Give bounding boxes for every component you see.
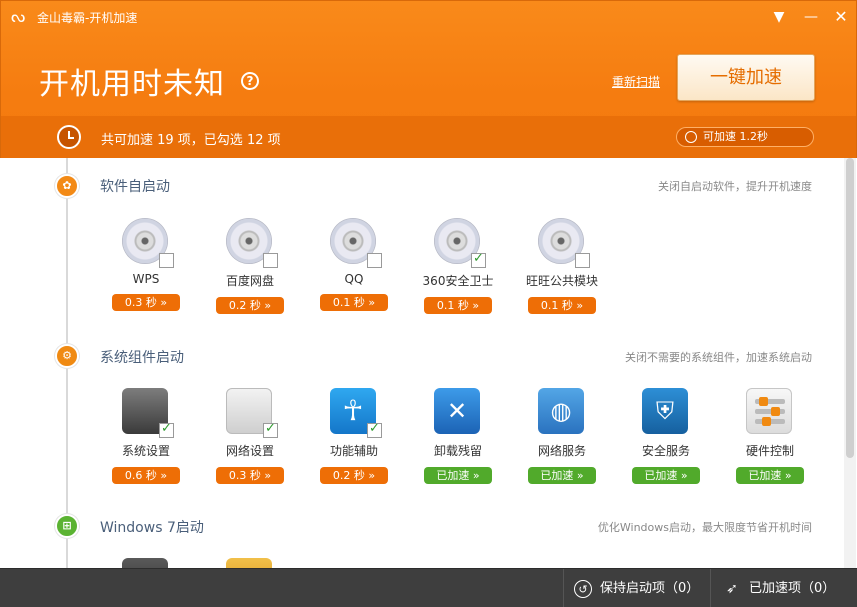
- item-label: 360安全卫士: [422, 274, 494, 288]
- keep-startup-label: 保持启动项（0）: [600, 581, 700, 596]
- item-checkbox[interactable]: [575, 253, 590, 268]
- item-time-tag[interactable]: 0.1 秒 »: [528, 297, 596, 314]
- item-label: 硬件控制: [745, 444, 794, 458]
- item-status-tag[interactable]: 已加速 »: [736, 467, 804, 484]
- section-hint-windows: 优化Windows启动，最大限度节省开机时间: [597, 521, 812, 534]
- item-label: 安全服务: [641, 444, 690, 458]
- item-label: 卸载残留: [433, 444, 482, 458]
- footer-bar: ↺ 保持启动项（0） ➶ 已加速项（0）: [0, 568, 857, 607]
- scrollbar[interactable]: [844, 158, 856, 568]
- item-time-tag[interactable]: 0.2 秒 »: [320, 467, 388, 484]
- globe-icon: ◍: [538, 388, 584, 434]
- item-status-tag[interactable]: 已加速 »: [424, 467, 492, 484]
- minimize-button[interactable]: —: [801, 7, 821, 27]
- system-tool-icon: [122, 558, 168, 568]
- item-checkbox[interactable]: [367, 421, 382, 438]
- one-click-accelerate-button[interactable]: 一键加速: [677, 54, 815, 101]
- item-label: QQ: [344, 272, 364, 286]
- startup-item-system-settings: 系统设置 0.6 秒 »: [98, 388, 194, 484]
- item-time-tag[interactable]: 0.2 秒 »: [216, 297, 284, 314]
- section-title-software: 软件自启动: [100, 179, 170, 195]
- speed-pill: 可加速 1.2秒: [676, 127, 814, 147]
- undo-icon: ↺: [574, 580, 592, 598]
- clock-icon: [57, 125, 81, 149]
- startup-item-windows-2: [202, 558, 298, 568]
- duba-logo-icon: ᔓ: [11, 7, 26, 26]
- item-label: 旺旺公共模块: [525, 274, 598, 288]
- startup-item-network-services: ◍ 网络服务 已加速 »: [514, 388, 610, 484]
- system-components-icon: ⚙: [55, 344, 79, 368]
- close-button[interactable]: ✕: [831, 7, 851, 27]
- item-label: 网络服务: [537, 444, 586, 458]
- startup-item-360: 360安全卫士 0.1 秒 »: [410, 218, 506, 314]
- startup-item-network-settings: 网络设置 0.3 秒 »: [202, 388, 298, 484]
- boot-time-title: 开机用时未知: [39, 67, 225, 102]
- startup-list: ✿ 软件自启动 关闭自启动软件，提升开机速度 WPS 0.3 秒 » 百度网盘 …: [1, 158, 844, 568]
- startup-item-security-services: ⛨ 安全服务 已加速 »: [618, 388, 714, 484]
- summary-text: 共可加速 19 项，已勾选 12 项: [101, 133, 281, 148]
- item-time-tag[interactable]: 0.6 秒 »: [112, 467, 180, 484]
- shield-icon: ⛨: [642, 388, 688, 434]
- section-title-system: 系统组件启动: [100, 350, 184, 366]
- startup-item-baidu-netdisk: 百度网盘 0.2 秒 »: [202, 218, 298, 314]
- startup-item-uninstall-leftovers: ✕ 卸载残留 已加速 »: [410, 388, 506, 484]
- rocket-icon: ➶: [726, 581, 738, 597]
- item-label: 百度网盘: [225, 274, 274, 288]
- startup-item-wps: WPS 0.3 秒 »: [98, 218, 194, 311]
- item-time-tag[interactable]: 0.3 秒 »: [216, 467, 284, 484]
- item-checkbox[interactable]: [263, 421, 278, 438]
- startup-item-wangwang: 旺旺公共模块 0.1 秒 »: [514, 218, 610, 314]
- section-hint-software: 关闭自启动软件，提升开机速度: [658, 180, 812, 193]
- section-title-windows: Windows 7启动: [100, 520, 204, 536]
- keep-startup-items-button[interactable]: ↺ 保持启动项（0）: [563, 569, 708, 607]
- item-time-tag[interactable]: 0.1 秒 »: [424, 297, 492, 314]
- stopwatch-icon: [685, 131, 697, 143]
- item-checkbox[interactable]: [159, 253, 174, 268]
- item-checkbox[interactable]: [159, 421, 174, 438]
- item-status-tag[interactable]: 已加速 »: [528, 467, 596, 484]
- item-time-tag[interactable]: 0.3 秒 »: [112, 294, 180, 311]
- help-icon[interactable]: ?: [241, 72, 259, 90]
- window-title: 金山毒霸-开机加速: [37, 11, 138, 25]
- item-checkbox[interactable]: [471, 251, 486, 268]
- accelerated-label: 已加速项（0）: [749, 581, 836, 596]
- sliders-icon: [746, 388, 792, 434]
- accelerated-items-button[interactable]: ➶ 已加速项（0）: [710, 569, 857, 607]
- section-hint-system: 关闭不需要的系统组件，加速系统启动: [625, 351, 812, 364]
- title-bar: ᔓ 金山毒霸-开机加速 ▼ — ✕: [1, 1, 857, 33]
- rescan-link[interactable]: 重新扫描: [612, 73, 660, 90]
- scroll-thumb[interactable]: [846, 158, 854, 458]
- folder-icon: [226, 558, 272, 568]
- startup-item-windows-1: [98, 558, 194, 568]
- startup-item-accessibility: ☥ 功能辅助 0.2 秒 »: [306, 388, 402, 484]
- item-time-tag[interactable]: 0.1 秒 »: [320, 294, 388, 311]
- speed-pill-label: 可加速 1.2秒: [703, 130, 768, 143]
- windows-logo-icon: ⊞: [55, 514, 79, 538]
- startup-item-qq: QQ 0.1 秒 »: [306, 218, 402, 311]
- item-label: WPS: [132, 272, 160, 286]
- item-label: 系统设置: [121, 444, 170, 458]
- tools-icon: ✕: [434, 388, 480, 434]
- item-checkbox[interactable]: [367, 253, 382, 268]
- item-checkbox[interactable]: [263, 253, 278, 268]
- software-startup-icon: ✿: [55, 174, 79, 198]
- item-label: 功能辅助: [329, 444, 378, 458]
- item-label: 网络设置: [225, 444, 274, 458]
- item-status-tag[interactable]: 已加速 »: [632, 467, 700, 484]
- startup-item-hardware-control: 硬件控制 已加速 »: [722, 388, 818, 484]
- header: ᔓ 金山毒霸-开机加速 ▼ — ✕ 开机用时未知 ? 重新扫描 一键加速 共可加…: [0, 0, 857, 158]
- menu-dropdown-icon[interactable]: ▼: [769, 7, 789, 27]
